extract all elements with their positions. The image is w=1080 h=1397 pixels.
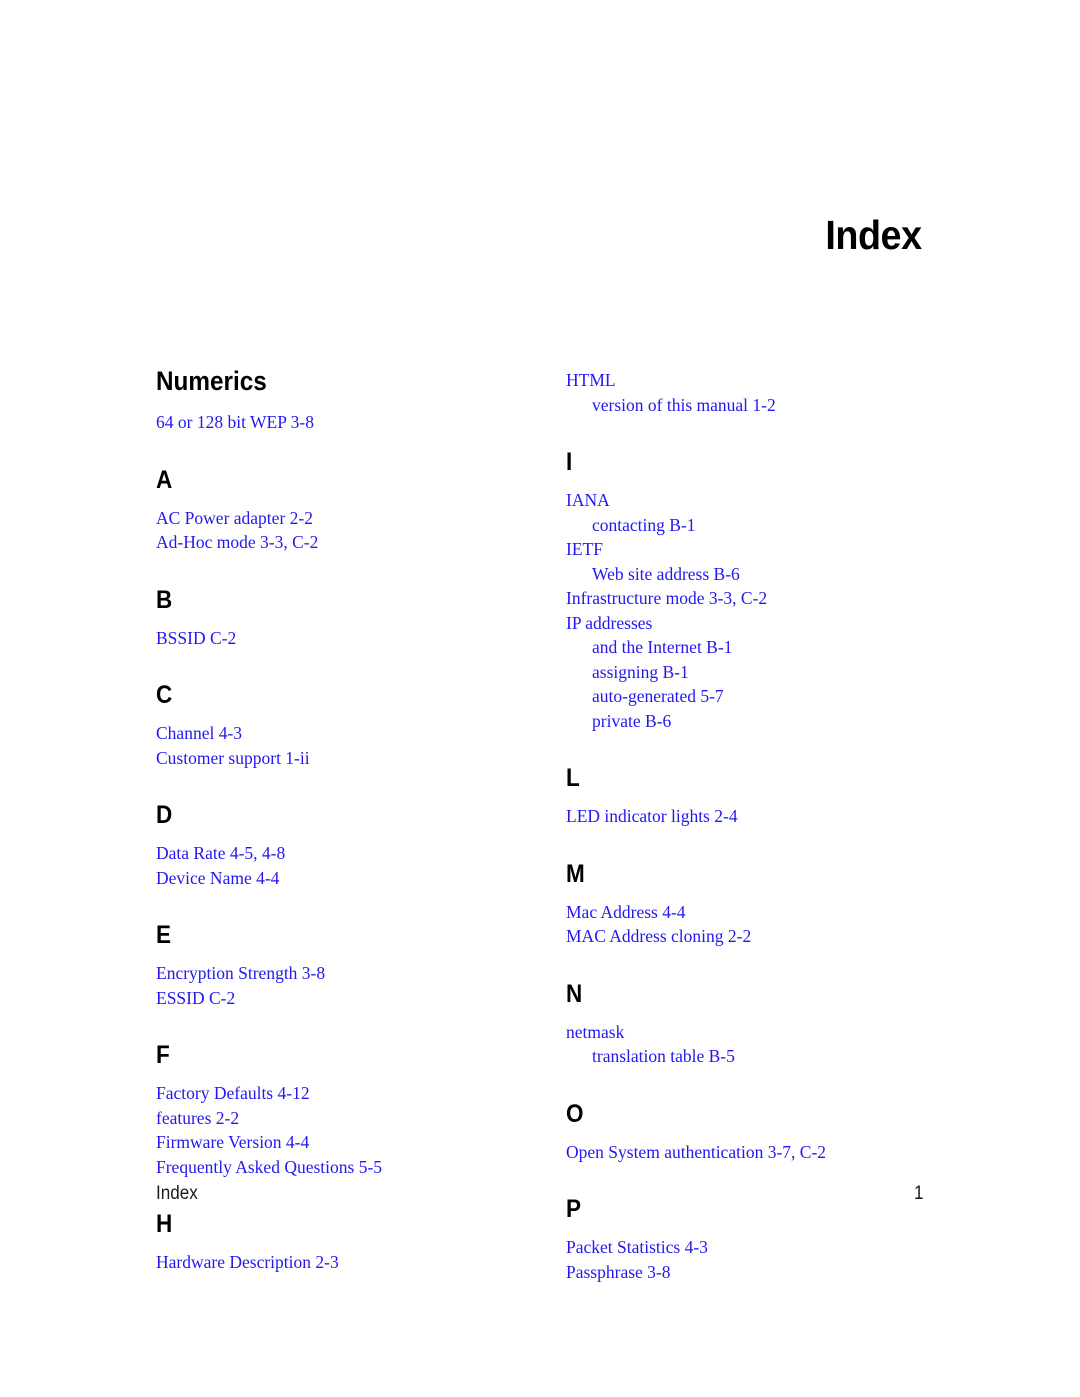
- index-section-heading: L: [566, 764, 580, 792]
- index-entry[interactable]: Factory Defaults 4-12: [156, 1081, 541, 1106]
- index-column-left: Numerics 64 or 128 bit WEP 3-8 A AC Power a…: [156, 368, 541, 1284]
- index-column-right: HTML version of this manual 1-2 I IANA conta…: [541, 368, 926, 1284]
- index-entry[interactable]: BSSID C-2: [156, 626, 541, 651]
- index-entry[interactable]: Infrastructure mode 3-3, C-2: [566, 586, 926, 611]
- index-entry[interactable]: Passphrase 3-8: [566, 1260, 926, 1285]
- index-entry[interactable]: IANA: [566, 488, 926, 513]
- footer-label: Index: [156, 1183, 198, 1204]
- index-group: D Data Rate 4-5, 4-8 Device Name 4-4: [156, 803, 541, 890]
- index-group: L LED indicator lights 2-4: [566, 766, 926, 829]
- index-entry[interactable]: features 2-2: [156, 1106, 541, 1131]
- index-subentry[interactable]: private B-6: [566, 709, 926, 734]
- page-title: Index: [825, 212, 923, 258]
- index-group: E Encryption Strength 3-8 ESSID C-2: [156, 923, 541, 1010]
- index-section-heading: E: [156, 921, 172, 949]
- index-section-heading: A: [156, 465, 173, 494]
- index-group: O Open System authentication 3-7, C-2: [566, 1099, 926, 1165]
- index-subentry[interactable]: contacting B-1: [566, 513, 926, 538]
- index-entry[interactable]: MAC Address cloning 2-2: [566, 924, 926, 949]
- index-group: A AC Power adapter 2-2 Ad-Hoc mode 3-3, C-…: [156, 465, 541, 555]
- page-footer: Index 1: [156, 1183, 924, 1205]
- index-group: P Packet Statistics 4-3 Passphrase 3-8: [566, 1197, 926, 1284]
- index-entry[interactable]: Mac Address 4-4: [566, 900, 926, 925]
- index-subentry[interactable]: auto-generated 5-7: [566, 684, 926, 709]
- index-section-heading: I: [566, 448, 573, 476]
- index-group: B BSSID C-2: [156, 585, 541, 651]
- index-section-heading: B: [156, 585, 173, 614]
- index-entry[interactable]: netmask: [566, 1020, 926, 1045]
- index-entry[interactable]: Encryption Strength 3-8: [156, 961, 541, 986]
- index-entry[interactable]: Hardware Description 2-3: [156, 1250, 541, 1275]
- index-entry[interactable]: LED indicator lights 2-4: [566, 804, 926, 829]
- index-group: F Factory Defaults 4-12 features 2-2 Firmwa…: [156, 1043, 541, 1179]
- index-group: Nnetmask translation table B-5: [566, 979, 926, 1069]
- index-section-heading: O: [566, 1099, 584, 1128]
- index-entry[interactable]: Channel 4-3: [156, 721, 541, 746]
- index-section-heading: Numerics: [156, 366, 267, 396]
- index-group: I IANA contacting B-1 IETF Web site address …: [566, 450, 926, 733]
- index-entry[interactable]: Frequently Asked Questions 5-5: [156, 1155, 541, 1180]
- index-section-heading: M: [566, 859, 585, 888]
- index-subentry[interactable]: version of this manual 1-2: [566, 393, 926, 418]
- index-subentry[interactable]: translation table B-5: [566, 1044, 926, 1069]
- index-entry[interactable]: HTML: [566, 368, 926, 393]
- index-entry[interactable]: Packet Statistics 4-3: [566, 1235, 926, 1260]
- index-section-heading: D: [156, 801, 173, 829]
- index-section-heading: C: [156, 681, 173, 709]
- index-entry[interactable]: IETF: [566, 537, 926, 562]
- index-group: C Channel 4-3 Customer support 1-ii: [156, 683, 541, 770]
- index-entry[interactable]: Data Rate 4-5, 4-8: [156, 841, 541, 866]
- index-group: H Hardware Description 2-3: [156, 1212, 541, 1275]
- index-section-heading: H: [156, 1210, 173, 1238]
- index-subentry[interactable]: Web site address B-6: [566, 562, 926, 587]
- index-entry[interactable]: ESSID C-2: [156, 986, 541, 1011]
- index-entry[interactable]: Firmware Version 4-4: [156, 1130, 541, 1155]
- index-entry[interactable]: Device Name 4-4: [156, 866, 541, 891]
- index-entry[interactable]: Customer support 1-ii: [156, 746, 541, 771]
- index-columns: Numerics 64 or 128 bit WEP 3-8 A AC Power a…: [156, 368, 926, 1284]
- index-entry[interactable]: Open System authentication 3-7, C-2: [566, 1140, 926, 1165]
- index-group: M Mac Address 4-4 MAC Address cloning 2-2: [566, 859, 926, 949]
- index-subentry[interactable]: assigning B-1: [566, 660, 926, 685]
- index-entry[interactable]: Ad-Hoc mode 3-3, C-2: [156, 530, 541, 555]
- index-group: HTML version of this manual 1-2: [566, 368, 926, 417]
- index-section-heading: N: [566, 979, 583, 1008]
- footer-page-number: 1: [914, 1183, 924, 1204]
- index-entry[interactable]: AC Power adapter 2-2: [156, 506, 541, 531]
- index-entry[interactable]: 64 or 128 bit WEP 3-8: [156, 410, 541, 435]
- index-section-heading: F: [156, 1041, 170, 1069]
- index-subentry[interactable]: and the Internet B-1: [566, 635, 926, 660]
- index-page: Index Numerics 64 or 128 bit WEP 3-8 A AC P…: [0, 0, 1080, 1397]
- index-entry[interactable]: IP addresses: [566, 611, 926, 636]
- index-group: Numerics 64 or 128 bit WEP 3-8: [156, 368, 541, 435]
